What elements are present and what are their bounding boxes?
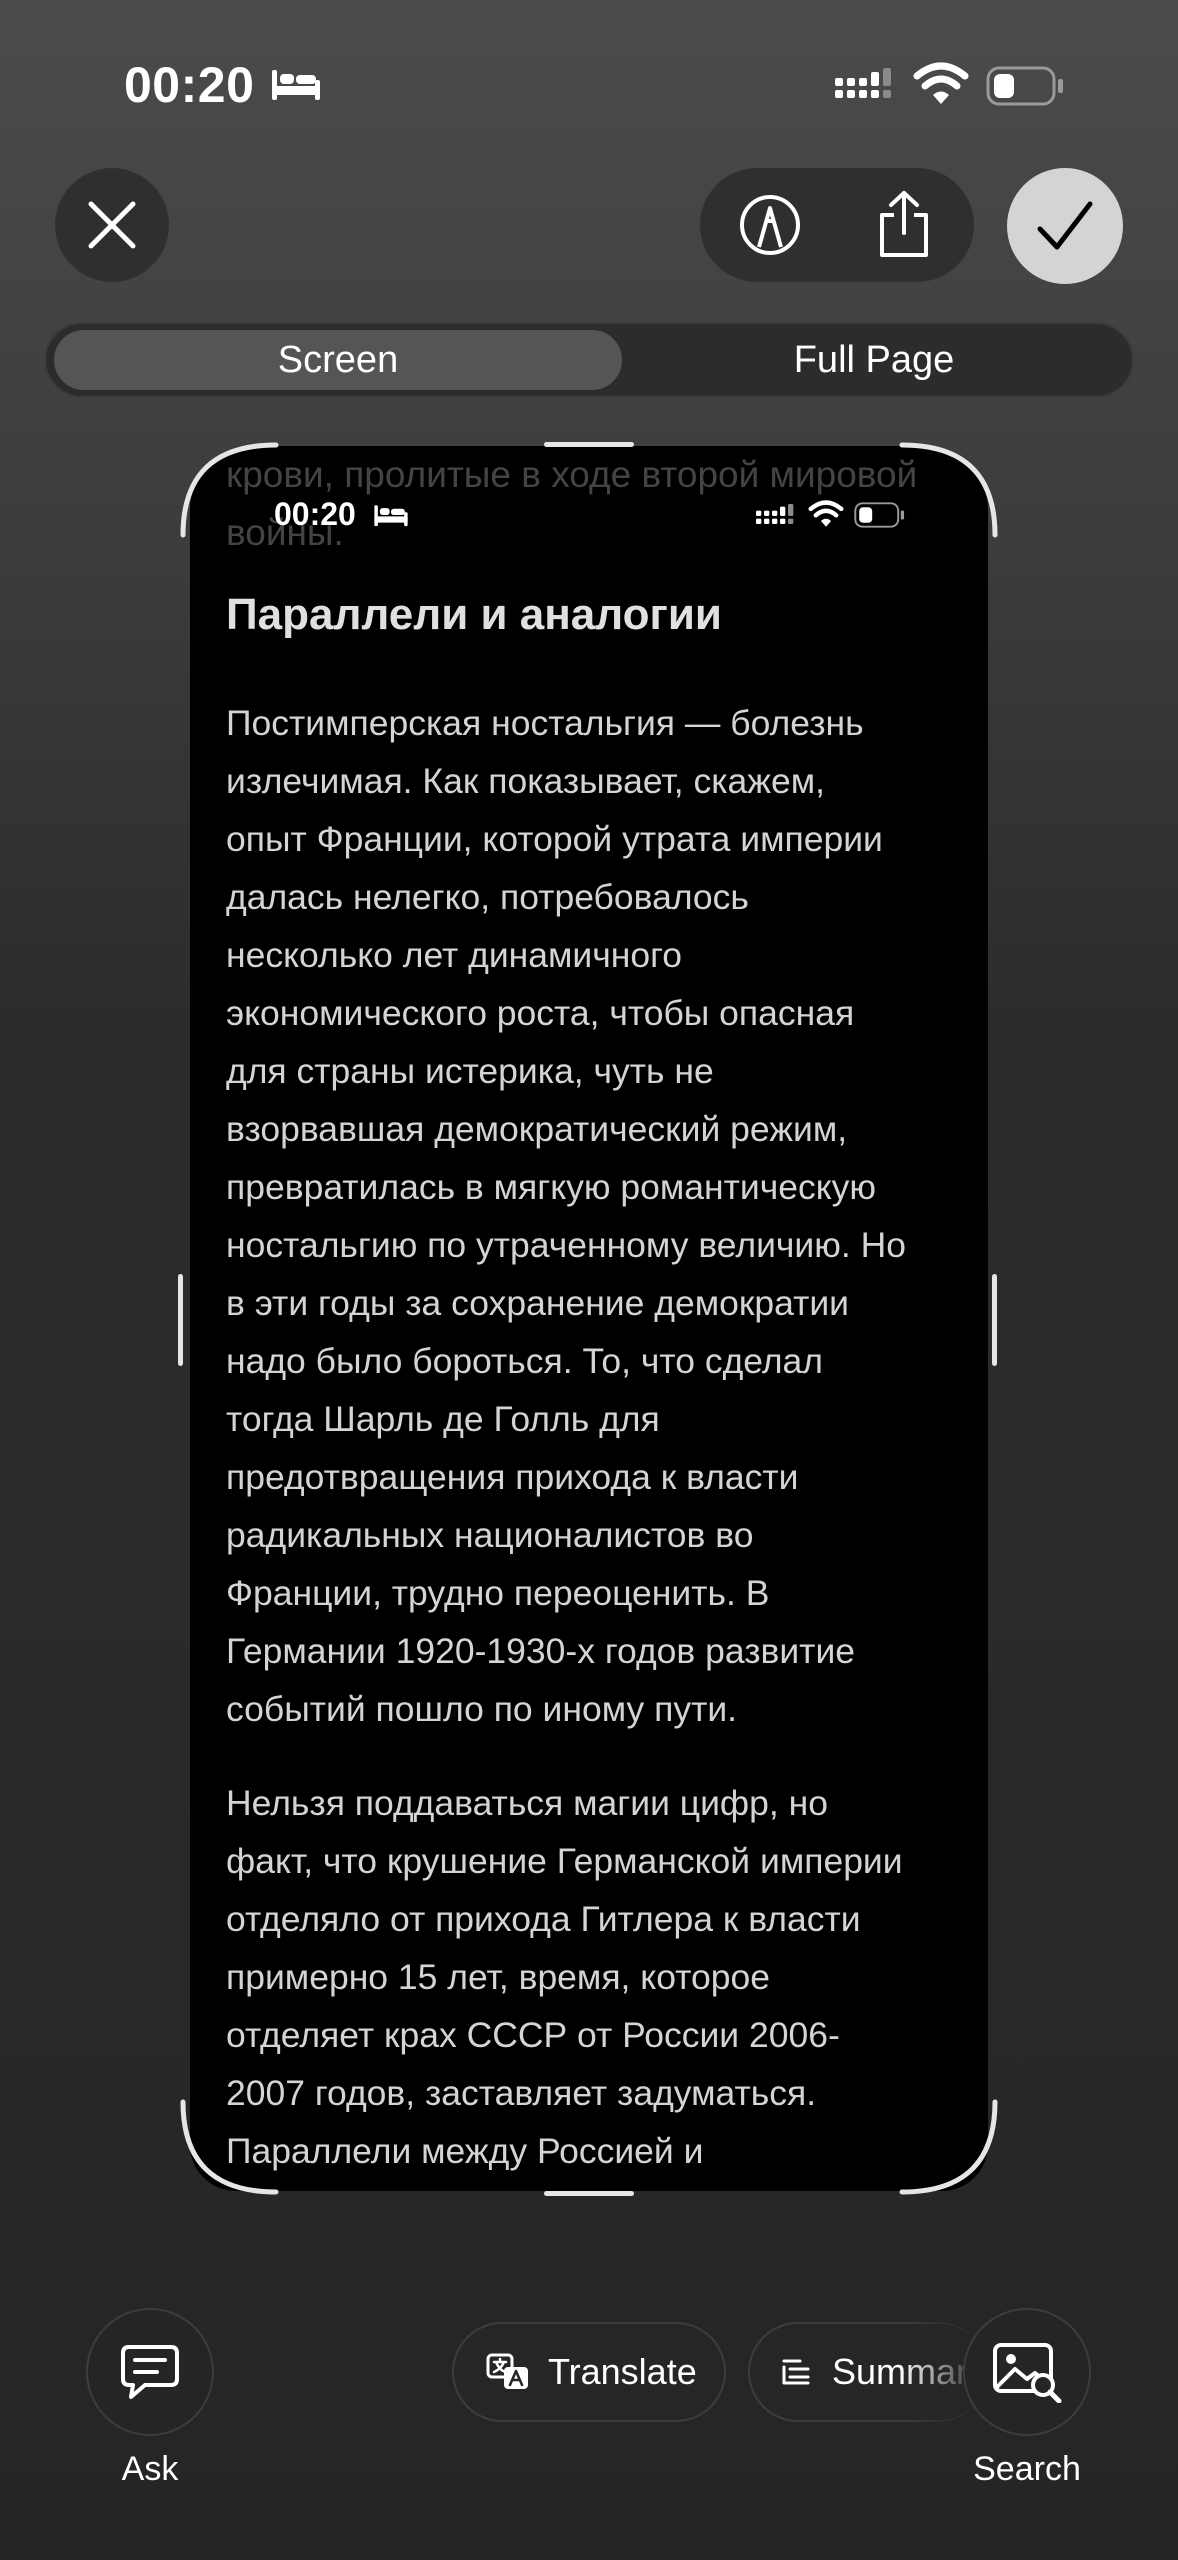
done-button[interactable]	[1007, 168, 1123, 284]
crop-handle-left[interactable]	[178, 1274, 183, 1366]
visual-search-button[interactable]	[963, 2308, 1091, 2436]
status-bar: 00:20	[0, 0, 1178, 170]
status-time: 00:20	[124, 57, 255, 113]
text-line: радикальных националистов во	[226, 1515, 754, 1555]
translate-label: Translate	[548, 2351, 697, 2392]
text-line: Постимперская ностальгия — болезнь	[226, 703, 864, 743]
crop-handle-bottom[interactable]	[544, 2191, 634, 2196]
battery-icon	[854, 502, 905, 528]
markup-pen-icon	[740, 195, 800, 255]
wifi-icon	[913, 62, 969, 104]
text-line: ностальгию по утраченному величию. Но	[226, 1225, 906, 1265]
text-line: предотвращения прихода к власти	[226, 1457, 799, 1497]
close-icon	[88, 201, 136, 249]
crop-handle-right[interactable]	[992, 1274, 997, 1366]
article-paragraph-2: Нельзя поддаваться магии цифр, но факт, …	[226, 1774, 956, 2180]
text-line: превратилась в мягкую романтическую	[226, 1167, 877, 1207]
summarize-icon	[782, 2359, 810, 2385]
text-line: Германии 1920-1930-х годов развитие	[226, 1631, 856, 1671]
cellular-signal-icon	[756, 504, 794, 524]
share-button[interactable]	[864, 180, 944, 268]
ask-button[interactable]	[86, 2308, 214, 2436]
segment-full-page[interactable]: Full Page	[624, 330, 1124, 390]
text-line: отделяло от прихода Гитлера к власти	[226, 1899, 861, 1939]
text-line: для страны истерика, чуть не	[226, 1051, 714, 1091]
markup-button[interactable]	[730, 185, 810, 265]
screenshot-preview[interactable]: крови, пролитые в ходе второй мировой во…	[190, 446, 988, 2191]
text-line: Франции, трудно переоценить. В	[226, 1573, 770, 1613]
text-line: Нельзя поддаваться магии цифр, но	[226, 1783, 828, 1823]
text-line: далась нелегко, потребовалось	[226, 877, 749, 917]
text-line: отделяет крах СССР от России 2006-	[226, 2015, 840, 2055]
cellular-signal-icon	[835, 68, 891, 98]
text-line: Параллели между Россией и	[226, 2131, 704, 2171]
text-line: несколько лет динамичного	[226, 935, 683, 975]
text-line: опыт Франции, которой утрата империи	[226, 819, 883, 859]
translate-button[interactable]: Translate	[452, 2322, 726, 2422]
checkmark-icon	[1037, 201, 1093, 250]
ask-label: Ask	[121, 2450, 179, 2488]
text-line: 2007 годов, заставляет задуматься.	[226, 2073, 817, 2113]
preview-status-bar: 00:20	[190, 446, 988, 556]
text-line: надо было бороться. То, что сделал	[226, 1341, 824, 1381]
segment-screen[interactable]: Screen	[54, 330, 622, 390]
text-line: экономического роста, чтобы опасная	[226, 993, 855, 1033]
preview-status-time: 00:20	[274, 496, 356, 532]
sleep-focus-icon	[374, 505, 408, 527]
text-line: взорвавшая демократический режим,	[226, 1109, 848, 1149]
text-line: примерно 15 лет, время, которое	[226, 1957, 771, 1997]
battery-icon	[986, 66, 1063, 106]
capture-mode-segmented-control: Screen Full Page	[44, 322, 1134, 398]
text-line: факт, что крушение Германской империи	[226, 1841, 903, 1881]
wifi-icon	[808, 500, 844, 527]
article-heading: Параллели и аналогии	[226, 590, 722, 639]
crop-handle-top[interactable]	[544, 442, 634, 447]
translate-icon	[486, 2353, 528, 2389]
close-button[interactable]	[55, 168, 169, 282]
text-line: излечимая. Как показывает, скажем,	[226, 761, 826, 801]
search-label: Search	[973, 2450, 1081, 2488]
chat-bubble-icon	[121, 2345, 179, 2399]
share-icon	[880, 191, 928, 257]
text-line: событий пошло по иному пути.	[226, 1689, 738, 1729]
article-paragraph-1: Постимперская ностальгия — болезнь излеч…	[226, 694, 956, 1738]
image-search-icon	[993, 2343, 1062, 2403]
text-line: в эти годы за сохранение демократии	[226, 1283, 850, 1323]
tools-group	[700, 168, 974, 282]
text-line: тогда Шарль де Голль для	[226, 1399, 660, 1439]
sleep-focus-icon	[272, 70, 320, 100]
